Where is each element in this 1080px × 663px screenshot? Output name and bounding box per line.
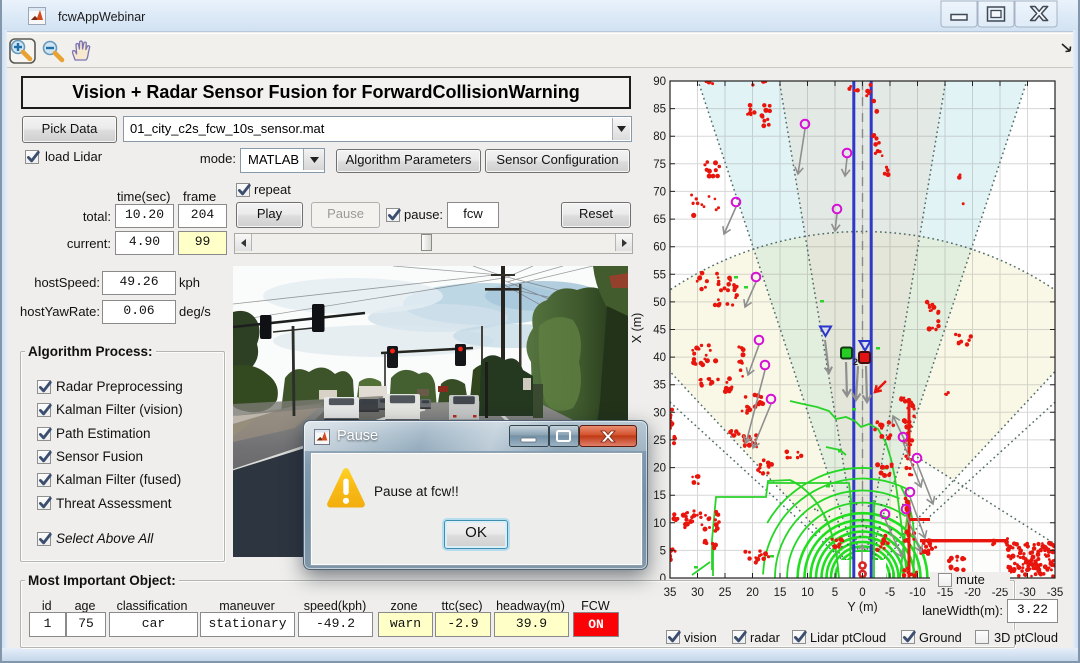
svg-text:-30: -30 xyxy=(1019,587,1036,599)
svg-text:65: 65 xyxy=(653,214,666,226)
svg-text:35: 35 xyxy=(653,380,666,392)
svg-text:55: 55 xyxy=(653,269,666,281)
svg-text:70: 70 xyxy=(653,186,666,198)
svg-text:80: 80 xyxy=(653,131,666,143)
svg-text:10: 10 xyxy=(653,518,666,530)
svg-text:X (m): X (m) xyxy=(630,313,644,344)
svg-text:50: 50 xyxy=(653,297,666,309)
svg-text:75: 75 xyxy=(653,159,666,171)
svg-text:20: 20 xyxy=(653,463,666,475)
svg-text:2: 2 xyxy=(853,357,858,367)
svg-text:5: 5 xyxy=(660,545,666,557)
svg-text:-35: -35 xyxy=(1047,587,1064,599)
svg-text:30: 30 xyxy=(653,407,666,419)
svg-text:60: 60 xyxy=(653,242,666,254)
svg-text:45: 45 xyxy=(653,325,666,337)
svg-text:25: 25 xyxy=(653,435,666,447)
svg-text:15: 15 xyxy=(653,490,666,502)
svg-text:85: 85 xyxy=(653,104,666,116)
svg-text:90: 90 xyxy=(653,76,666,88)
svg-text:40: 40 xyxy=(653,352,666,364)
